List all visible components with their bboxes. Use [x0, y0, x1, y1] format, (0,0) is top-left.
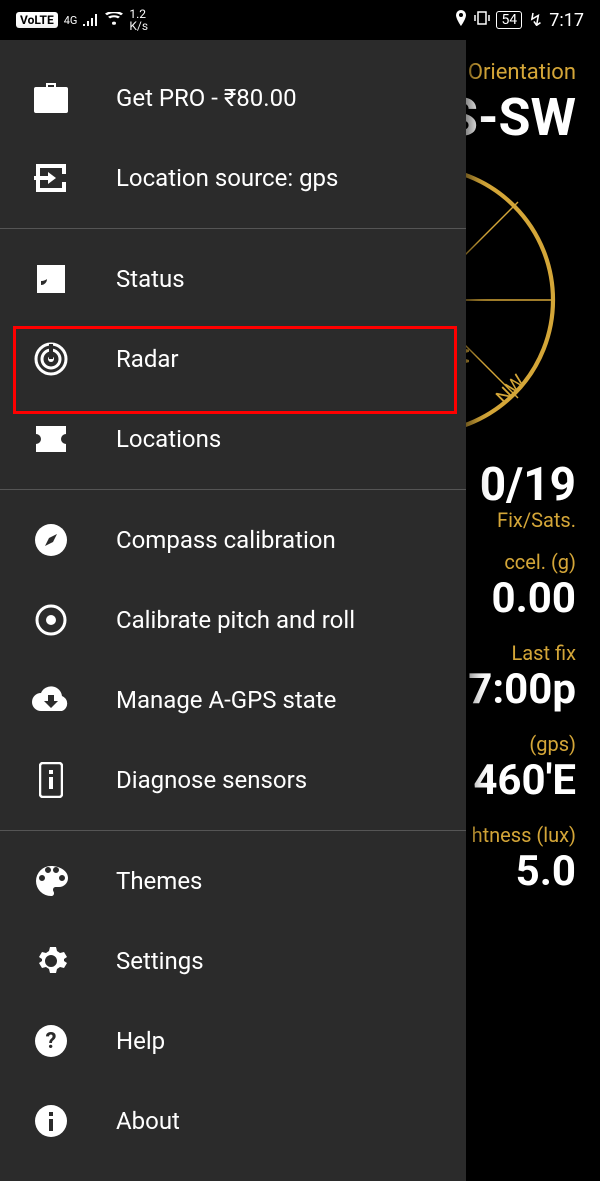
drawer-item-calibrate-pitch-roll[interactable]: Calibrate pitch and roll: [0, 580, 466, 660]
drawer-label: Location source: gps: [116, 164, 338, 192]
drawer-label: Help: [116, 1027, 165, 1055]
wifi-icon: [105, 10, 123, 31]
battery-indicator: 54: [496, 11, 522, 29]
volte-badge: VoLTE: [16, 12, 58, 28]
cloud-download-icon: [30, 679, 72, 721]
network-speed: 1.2 K/s: [129, 8, 148, 32]
signal-bars-icon: [83, 10, 99, 31]
palette-icon: [30, 860, 72, 902]
drawer-item-diagnose-sensors[interactable]: Diagnose sensors: [0, 740, 466, 820]
briefcase-play-icon: [30, 77, 72, 119]
drawer-label: Get PRO - ₹80.00: [116, 84, 297, 112]
drawer-label: Diagnose sensors: [116, 766, 307, 794]
drawer-label: Compass calibration: [116, 526, 336, 554]
location-icon: [454, 10, 468, 31]
compass-icon: [30, 519, 72, 561]
drawer-label: Locations: [116, 425, 221, 453]
svg-text:NW: NW: [491, 370, 529, 408]
drawer-item-radar[interactable]: Radar: [0, 319, 466, 399]
drawer-divider: [0, 228, 466, 229]
drawer-item-compass-calibration[interactable]: Compass calibration: [0, 500, 466, 580]
satellite-icon: [30, 258, 72, 300]
drawer-item-get-pro[interactable]: Get PRO - ₹80.00: [0, 58, 466, 138]
drawer-label: Status: [116, 265, 185, 293]
charging-icon: ↯: [528, 10, 543, 31]
drawer-label: Manage A-GPS state: [116, 686, 336, 714]
navigation-drawer: Get PRO - ₹80.00 Location source: gps St…: [0, 40, 466, 1181]
info-icon: [30, 1100, 72, 1142]
clock: 7:17: [549, 10, 584, 31]
drawer-label: Calibrate pitch and roll: [116, 606, 355, 634]
drawer-item-themes[interactable]: Themes: [0, 841, 466, 921]
drawer-label: About: [116, 1107, 180, 1135]
gear-icon: [30, 940, 72, 982]
ticket-star-icon: [30, 418, 72, 460]
drawer-label: Settings: [116, 947, 204, 975]
drawer-label: Radar: [116, 345, 179, 373]
help-icon: ?: [30, 1020, 72, 1062]
device-info-icon: [30, 759, 72, 801]
drawer-item-settings[interactable]: Settings: [0, 921, 466, 1001]
drawer-label: Themes: [116, 867, 202, 895]
drawer-item-help[interactable]: ? Help: [0, 1001, 466, 1081]
drawer-divider: [0, 830, 466, 831]
drawer-item-manage-agps[interactable]: Manage A-GPS state: [0, 660, 466, 740]
signal-4g: 4G: [64, 15, 78, 26]
target-icon: [30, 599, 72, 641]
input-icon: [30, 157, 72, 199]
drawer-item-locations[interactable]: Locations: [0, 399, 466, 479]
drawer-divider: [0, 489, 466, 490]
drawer-item-status[interactable]: Status: [0, 239, 466, 319]
svg-text:?: ?: [46, 1029, 57, 1054]
status-bar: VoLTE 4G 1.2 K/s 54 ↯ 7:17: [0, 0, 600, 40]
drawer-item-about[interactable]: About: [0, 1081, 466, 1161]
vibrate-icon: [474, 10, 490, 31]
drawer-item-location-source[interactable]: Location source: gps: [0, 138, 466, 218]
radar-icon: [30, 338, 72, 380]
